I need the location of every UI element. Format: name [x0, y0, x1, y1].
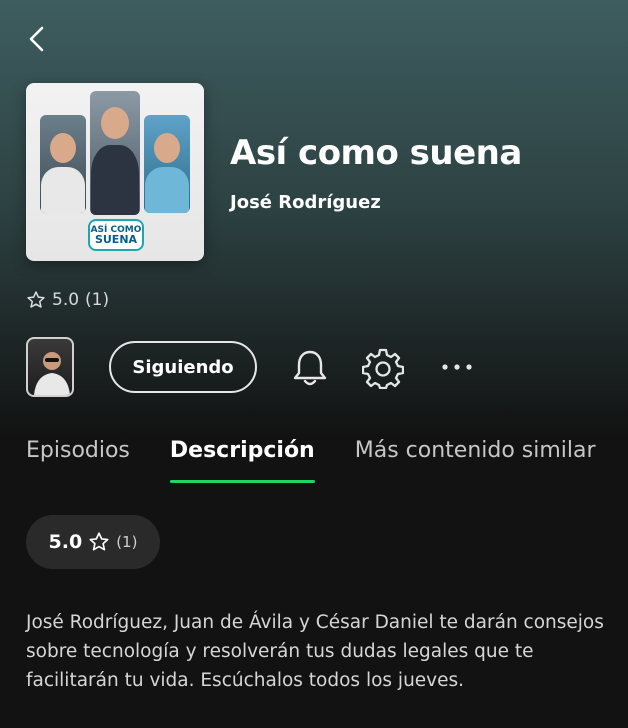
following-button[interactable]: Siguiendo: [109, 341, 257, 393]
show-thumbnail[interactable]: [26, 337, 74, 397]
settings-button[interactable]: [361, 347, 405, 390]
rating-pill-count: (1): [116, 533, 138, 551]
tab-bar: Episodios Descripción Más contenido simi…: [0, 430, 628, 490]
podcast-cover-art: ASÍ COMO SUENA: [26, 83, 204, 261]
cover-logo: ASÍ COMO SUENA: [88, 219, 144, 251]
more-dots-icon: [442, 364, 472, 370]
cover-logo-line2: SUENA: [94, 233, 138, 246]
bell-icon: [293, 350, 327, 386]
cover-host-photo-right: [144, 115, 190, 213]
rating-summary[interactable]: 5.0 (1): [26, 290, 109, 310]
rating-pill-value: 5.0: [48, 531, 83, 553]
rating-count: (1): [85, 290, 110, 310]
tab-mas-contenido-similar[interactable]: Más contenido similar: [355, 438, 596, 463]
tab-descripcion[interactable]: Descripción: [169, 438, 315, 483]
chevron-left-icon: [29, 26, 44, 52]
gear-icon: [361, 348, 405, 390]
tab-episodios[interactable]: Episodios: [26, 438, 130, 463]
cover-host-photo-center: [90, 91, 140, 215]
podcast-title: Así como suena: [230, 133, 522, 173]
podcast-description: José Rodríguez, Juan de Ávila y César Da…: [26, 612, 604, 691]
more-options-button[interactable]: [440, 357, 474, 377]
star-outline-icon: [89, 532, 109, 551]
podcast-author[interactable]: José Rodríguez: [230, 192, 381, 213]
rating-value: 5.0: [52, 290, 80, 310]
next-section-heading-partial: [26, 715, 106, 728]
star-outline-icon: [27, 291, 45, 308]
host-avatar-icon: [34, 352, 70, 395]
notifications-button[interactable]: [291, 348, 329, 388]
rating-pill[interactable]: 5.0 (1): [26, 515, 160, 569]
cover-host-photo-left: [40, 115, 86, 213]
back-button[interactable]: [22, 22, 56, 56]
